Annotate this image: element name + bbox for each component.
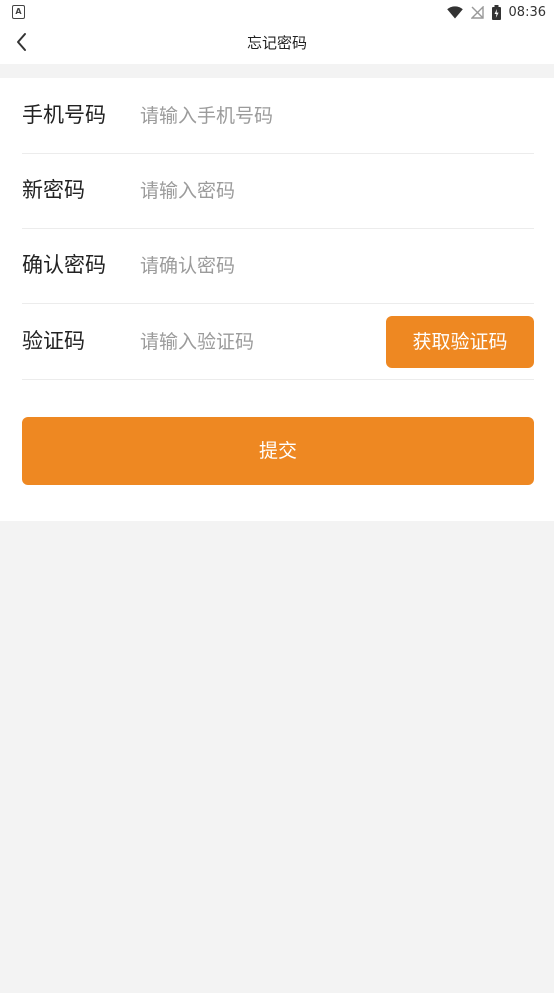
phone-input[interactable] — [140, 96, 520, 136]
verification-code-input[interactable] — [140, 322, 375, 362]
confirm-password-row: 确认密码 — [22, 228, 534, 304]
verification-code-row: 验证码 获取验证码 — [22, 304, 534, 380]
page-title: 忘记密码 — [246, 34, 307, 52]
submit-button[interactable]: 提交 — [22, 417, 534, 485]
get-code-button[interactable]: 获取验证码 — [386, 316, 534, 368]
notification-app-icon: A — [12, 5, 25, 19]
phone-label: 手机号码 — [22, 103, 106, 127]
wifi-icon — [446, 5, 463, 19]
phone-row: 手机号码 — [22, 78, 534, 154]
clock-time: 08:36 — [508, 4, 546, 20]
status-icons: 08:36 — [446, 3, 546, 21]
confirm-password-input[interactable] — [140, 246, 520, 286]
status-bar: A 08:36 — [0, 0, 554, 24]
no-signal-icon — [470, 5, 484, 19]
new-password-input[interactable] — [140, 171, 520, 211]
nav-bar: 忘记密码 — [0, 24, 554, 64]
battery-icon — [491, 4, 501, 20]
new-password-label: 新密码 — [22, 178, 85, 202]
verification-code-label: 验证码 — [22, 329, 85, 353]
reset-password-form: 手机号码 新密码 确认密码 验证码 获取验证码 提交 — [0, 78, 554, 521]
confirm-password-label: 确认密码 — [22, 253, 106, 277]
new-password-row: 新密码 — [22, 153, 534, 229]
